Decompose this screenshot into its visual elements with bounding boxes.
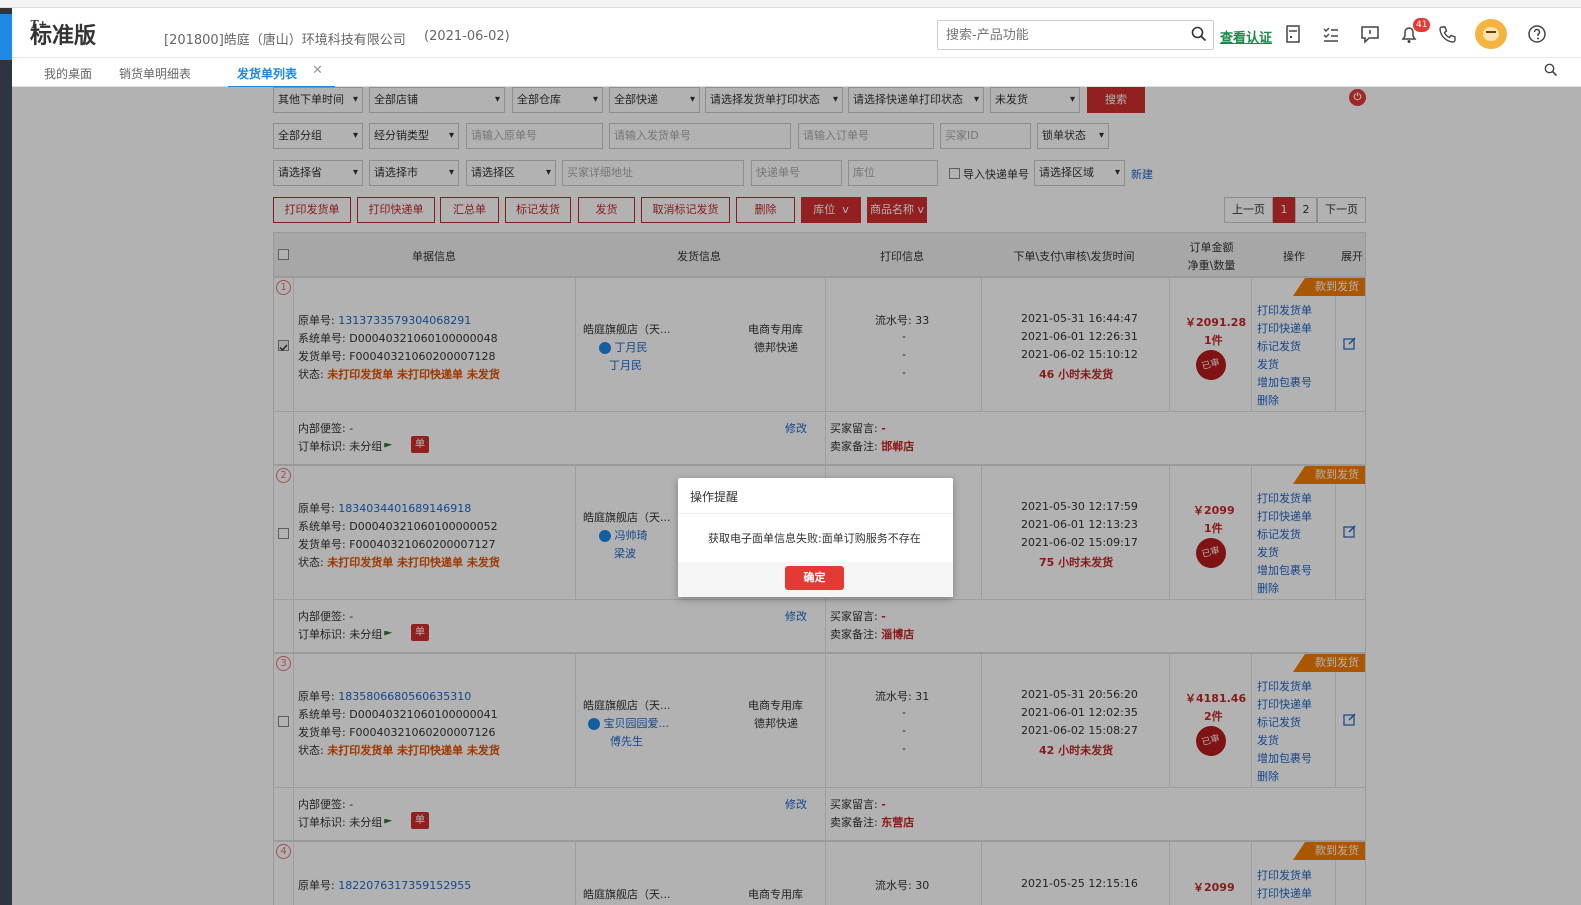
company-name: [201800]皓庭（唐山）环境科技有限公司 (164, 33, 406, 48)
close-icon[interactable]: ✕ (312, 63, 323, 78)
dialog-divider (678, 513, 953, 514)
left-sidebar (0, 8, 12, 905)
app-header: T+ 标准版 [201800]皓庭（唐山）环境科技有限公司 (2021-06-0… (12, 8, 1581, 58)
page-tabs: 我的桌面 销货单明细表 发货单列表 ✕ (12, 58, 1581, 88)
confirm-button[interactable]: 确定 (785, 566, 844, 590)
notification-badge: 41 (1413, 18, 1431, 32)
tab-desktop[interactable]: 我的桌面 (44, 65, 92, 82)
browser-top-strip (0, 0, 1581, 8)
tab-search-icon[interactable] (1544, 63, 1558, 80)
checklist-icon[interactable] (1320, 23, 1342, 45)
help-icon[interactable] (1526, 23, 1548, 45)
tab-sales-detail[interactable]: 销货单明细表 (119, 65, 191, 82)
app-logo[interactable]: T+ 标准版 (30, 18, 96, 50)
user-avatar[interactable] (1475, 19, 1507, 49)
dialog-title: 操作提醒 (690, 490, 739, 504)
alert-dialog: 操作提醒 获取电子面单信息失败:面单订购服务不存在 确定 (678, 478, 953, 597)
search-input[interactable] (938, 21, 1178, 49)
product-search[interactable] (937, 20, 1214, 50)
message-icon[interactable] (1359, 23, 1381, 45)
dialog-message: 获取电子面单信息失败:面单订购服务不存在 (708, 532, 921, 545)
sidebar-active-marker (0, 14, 12, 60)
phone-icon[interactable] (1437, 23, 1459, 45)
search-icon[interactable] (1191, 26, 1207, 45)
verify-link[interactable]: 查看认证 (1220, 27, 1272, 46)
account-date: (2021-06-02) (424, 29, 510, 44)
calculator-icon[interactable] (1282, 23, 1304, 45)
